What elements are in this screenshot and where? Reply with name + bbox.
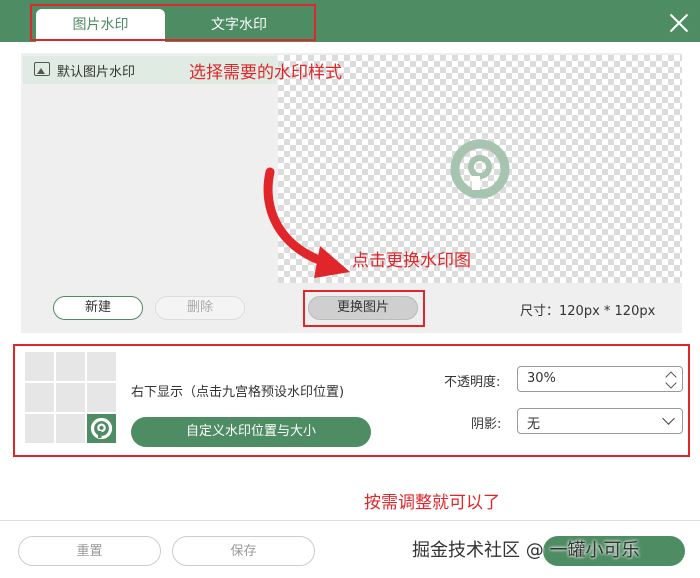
grid-cell-top-center[interactable]: [56, 352, 85, 381]
grid-cell-bottom-center[interactable]: [56, 414, 85, 443]
save-button[interactable]: 保存: [172, 536, 315, 566]
custom-position-button[interactable]: 自定义水印位置与大小: [131, 417, 371, 447]
tabs-highlight-box: [30, 4, 316, 41]
grid-cell-bottom-left[interactable]: [25, 414, 54, 443]
grid-cell-top-right[interactable]: [87, 352, 116, 381]
grid-cell-center[interactable]: [56, 383, 85, 412]
image-icon: [34, 62, 50, 76]
chevron-down-icon: [662, 412, 675, 425]
arrow-annotation: [263, 167, 350, 278]
watermark-logo-icon: [450, 139, 510, 199]
watermark-logo-icon: [90, 417, 113, 440]
footer-divider: [0, 520, 700, 521]
position-grid: [25, 352, 117, 444]
shadow-value: 无: [527, 417, 541, 432]
annotation-adjust: 按需调整就可以了: [364, 493, 500, 513]
grid-cell-middle-right[interactable]: [87, 383, 116, 412]
size-label: 尺寸：120px * 120px: [520, 304, 656, 319]
close-icon[interactable]: [668, 12, 690, 34]
opacity-value: 30%: [527, 371, 556, 386]
new-button[interactable]: 新建: [53, 296, 143, 320]
annotation-click-replace: 点击更换水印图: [352, 251, 471, 271]
replace-highlight-box: [303, 290, 425, 327]
shadow-label: 阴影:: [471, 417, 502, 432]
grid-cell-middle-left[interactable]: [25, 383, 54, 412]
shadow-select[interactable]: 无: [517, 408, 683, 434]
grid-cell-top-left[interactable]: [25, 352, 54, 381]
annotation-select-style: 选择需要的水印样式: [189, 63, 342, 83]
opacity-stepper[interactable]: 30%: [517, 366, 683, 392]
grid-cell-bottom-right[interactable]: [87, 414, 116, 443]
opacity-label: 不透明度:: [444, 375, 501, 390]
list-item-label: 默认图片水印: [57, 65, 136, 80]
position-description: 右下显示（点击九宫格预设水印位置): [131, 385, 345, 400]
delete-button[interactable]: 删除: [155, 296, 245, 320]
reset-button[interactable]: 重置: [18, 536, 161, 566]
brand-watermark: 掘金技术社区 @ 一罐小可乐: [412, 540, 640, 561]
